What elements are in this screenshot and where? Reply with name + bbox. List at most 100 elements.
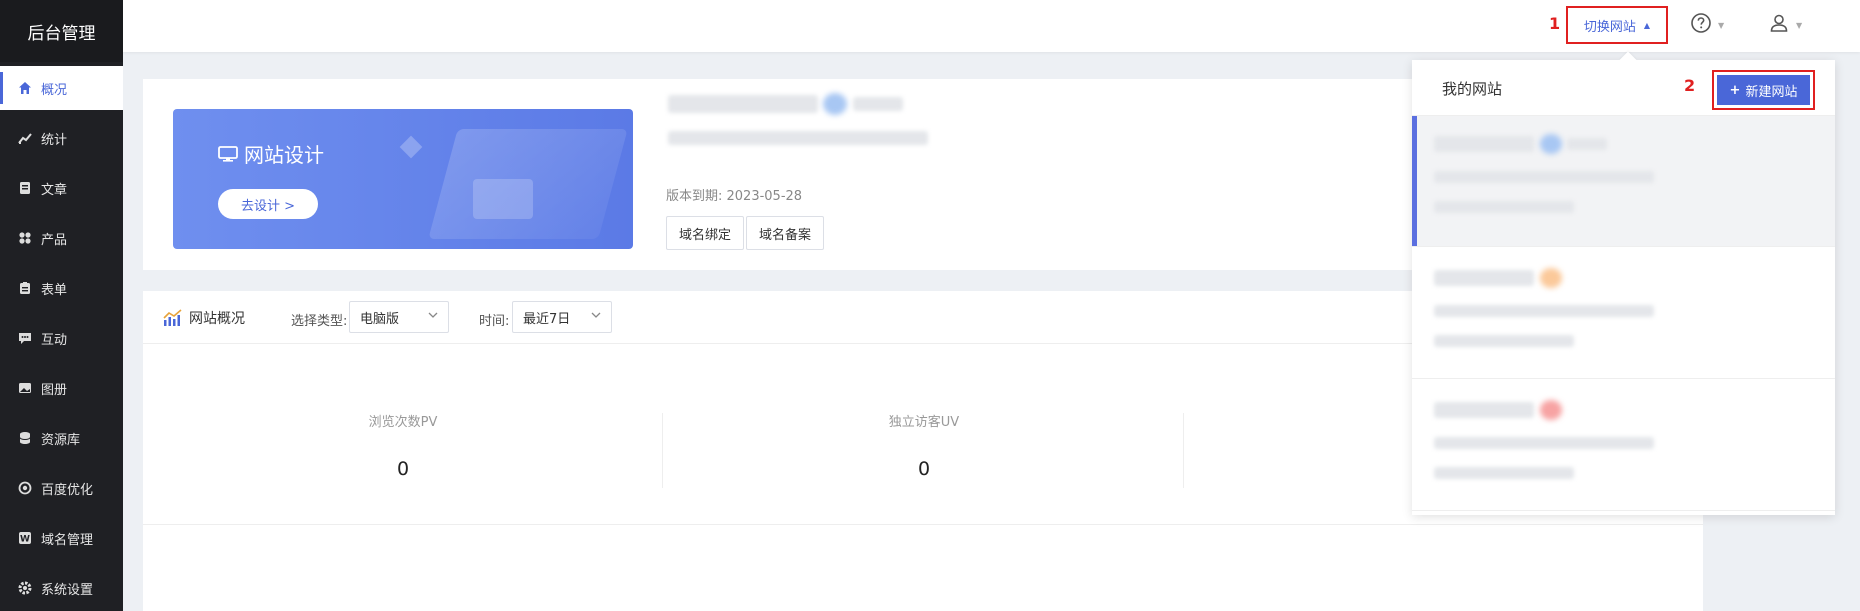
overview-title-text: 网站概况 bbox=[189, 311, 245, 327]
site-item-name-blurred bbox=[1434, 270, 1534, 286]
new-site-button-inner: + 新建网站 bbox=[1717, 75, 1810, 105]
sidebar: 后台管理 概况 统计 文章 产品 表单 互动 图册 资源库 百度优化 W 域名管… bbox=[0, 0, 123, 611]
settings-icon bbox=[18, 581, 32, 595]
plus-icon: + bbox=[1729, 82, 1741, 98]
svg-text:W: W bbox=[20, 535, 30, 545]
sidebar-item-resources[interactable]: 资源库 bbox=[0, 416, 123, 460]
site-item-badge-blurred bbox=[1540, 268, 1562, 288]
sidebar-item-overview[interactable]: 概况 bbox=[0, 66, 123, 110]
sidebar-item-gallery[interactable]: 图册 bbox=[0, 366, 123, 410]
sidebar-item-stats[interactable]: 统计 bbox=[0, 116, 123, 160]
seo-icon bbox=[18, 481, 32, 495]
site-divider bbox=[1412, 510, 1835, 511]
site-name-blurred bbox=[668, 95, 818, 113]
banner-title-text: 网站设计 bbox=[244, 143, 324, 167]
type-select-value: 电脑版 bbox=[360, 311, 400, 327]
sidebar-item-label: 统计 bbox=[41, 132, 68, 148]
site-item-date-blurred bbox=[1434, 201, 1574, 213]
switch-site-button[interactable]: 切换网站 ▲ bbox=[1566, 6, 1668, 44]
pv-stat-value: 0 bbox=[396, 458, 410, 480]
time-select-value: 最近7日 bbox=[523, 311, 571, 327]
new-site-label: 新建网站 bbox=[1745, 84, 1798, 100]
user-menu[interactable]: ▼ bbox=[1768, 12, 1802, 38]
time-select[interactable]: 最近7日 bbox=[512, 301, 612, 333]
site-item-url-blurred bbox=[1434, 171, 1654, 183]
form-icon bbox=[18, 281, 32, 295]
site-item-url-blurred bbox=[1434, 305, 1654, 317]
help-menu[interactable]: ▼ bbox=[1690, 12, 1724, 38]
sidebar-item-product[interactable]: 产品 bbox=[0, 216, 123, 260]
sidebar-item-label: 图册 bbox=[41, 382, 68, 398]
pv-stat-label: 浏览次数PV bbox=[368, 415, 438, 430]
site-list-item[interactable] bbox=[1412, 116, 1835, 246]
home-icon bbox=[18, 81, 32, 95]
chart-trend-icon bbox=[163, 309, 182, 326]
brand-title: 后台管理 bbox=[0, 0, 123, 62]
sidebar-item-article[interactable]: 文章 bbox=[0, 166, 123, 210]
site-item-name-blurred bbox=[1434, 136, 1534, 152]
sidebar-item-label: 互动 bbox=[41, 332, 68, 348]
site-item-badge-blurred bbox=[1540, 134, 1562, 154]
uv-stat-value: 0 bbox=[917, 458, 931, 480]
sidebar-item-label: 域名管理 bbox=[41, 532, 94, 548]
sidebar-item-seo[interactable]: 百度优化 bbox=[0, 466, 123, 510]
chevron-down-icon: ▼ bbox=[1796, 20, 1803, 30]
pv-stat: 浏览次数PV 0 bbox=[273, 411, 533, 480]
sidebar-item-domain[interactable]: W 域名管理 bbox=[0, 516, 123, 560]
domain-icon: W bbox=[18, 531, 32, 545]
stat-divider bbox=[1183, 413, 1184, 488]
uv-stat: 独立访客UV 0 bbox=[794, 411, 1054, 480]
banner-illustration bbox=[473, 179, 533, 219]
version-expire-text: 版本到期: 2023-05-28 bbox=[666, 189, 803, 204]
chevron-down-icon bbox=[591, 312, 601, 318]
sidebar-item-form[interactable]: 表单 bbox=[0, 266, 123, 310]
user-icon bbox=[1768, 12, 1790, 38]
site-list-item[interactable] bbox=[1412, 250, 1835, 380]
banner-title: 网站设计 bbox=[218, 139, 324, 168]
section-divider bbox=[143, 524, 1703, 525]
site-divider bbox=[1412, 378, 1835, 379]
go-design-button[interactable]: 去设计 > bbox=[218, 189, 318, 219]
database-icon bbox=[18, 431, 32, 445]
site-item-badge-blurred bbox=[1540, 400, 1562, 420]
switch-site-label: 切换网站 bbox=[1583, 19, 1636, 35]
site-badge-blurred bbox=[823, 93, 847, 115]
record-domain-button[interactable]: 域名备案 bbox=[746, 216, 825, 250]
site-list-item[interactable] bbox=[1412, 382, 1835, 512]
site-item-tag-blurred bbox=[1567, 138, 1607, 150]
new-site-button[interactable]: + 新建网站 bbox=[1712, 70, 1815, 110]
site-item-url-blurred bbox=[1434, 437, 1654, 449]
chevron-down-icon: ▼ bbox=[1718, 20, 1725, 30]
annotation-marker-2: 2 bbox=[1684, 76, 1696, 95]
chevron-down-icon bbox=[428, 312, 438, 318]
chat-icon bbox=[18, 331, 32, 345]
article-icon bbox=[18, 181, 32, 195]
sidebar-item-interaction[interactable]: 互动 bbox=[0, 316, 123, 360]
annotation-marker-1: 1 bbox=[1549, 14, 1561, 33]
sidebar-item-label: 百度优化 bbox=[41, 482, 94, 498]
time-filter-label: 时间: bbox=[479, 314, 510, 329]
sidebar-item-settings[interactable]: 系统设置 bbox=[0, 566, 123, 610]
sidebar-item-label: 概况 bbox=[41, 82, 68, 98]
sidebar-item-label: 系统设置 bbox=[41, 582, 94, 598]
site-item-date-blurred bbox=[1434, 335, 1574, 347]
type-select[interactable]: 电脑版 bbox=[349, 301, 449, 333]
overview-title: 网站概况 bbox=[163, 308, 245, 328]
type-filter-label: 选择类型: bbox=[291, 314, 348, 329]
monitor-icon bbox=[218, 145, 238, 162]
stats-icon bbox=[18, 131, 32, 145]
product-icon bbox=[18, 231, 32, 245]
help-icon bbox=[1690, 12, 1712, 38]
banner-illustration bbox=[399, 135, 423, 159]
bind-domain-button[interactable]: 域名绑定 bbox=[666, 216, 745, 250]
dropdown-arrow bbox=[1619, 51, 1637, 69]
site-item-name-blurred bbox=[1434, 402, 1534, 418]
site-url-blurred bbox=[668, 131, 928, 145]
sidebar-item-label: 文章 bbox=[41, 182, 68, 198]
site-divider bbox=[1412, 246, 1835, 247]
design-banner: 网站设计 去设计 > bbox=[173, 109, 633, 249]
sidebar-item-label: 资源库 bbox=[41, 432, 81, 448]
caret-up-icon: ▲ bbox=[1643, 20, 1651, 30]
uv-stat-label: 独立访客UV bbox=[888, 415, 960, 430]
site-tag-blurred bbox=[853, 97, 903, 111]
